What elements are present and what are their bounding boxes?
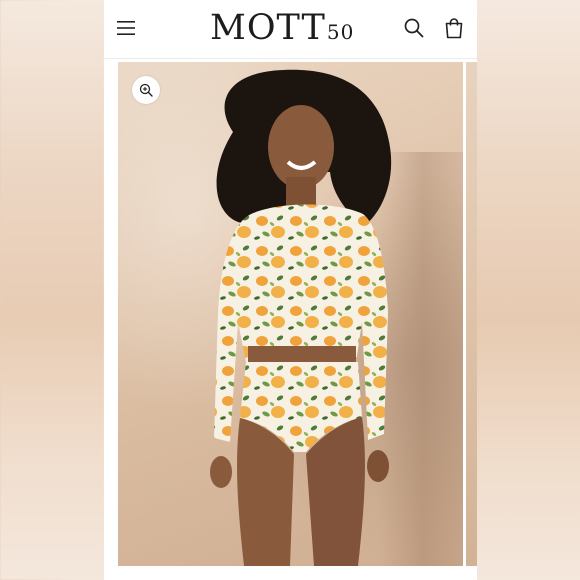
brand-suffix: 50 (326, 20, 355, 44)
shopping-bag-icon (445, 18, 463, 39)
background-blur-right (475, 0, 580, 580)
site-header: MOTT50 (104, 0, 477, 59)
cart-button[interactable] (443, 16, 465, 40)
menu-button[interactable] (116, 18, 136, 38)
zoom-in-icon (139, 83, 153, 97)
model-figure (210, 69, 392, 566)
search-button[interactable] (403, 17, 425, 39)
background-blur-left (0, 0, 105, 580)
product-image[interactable] (118, 62, 463, 566)
zoom-button[interactable] (132, 76, 160, 104)
search-icon (404, 18, 424, 38)
brand-name: MOTT (210, 8, 326, 48)
hamburger-menu-icon (117, 21, 135, 35)
next-image-preview[interactable] (466, 62, 477, 566)
brand-logo[interactable]: MOTT50 (210, 8, 354, 48)
page-bottom-area (104, 566, 477, 580)
mobile-page: MOTT50 (104, 0, 477, 580)
